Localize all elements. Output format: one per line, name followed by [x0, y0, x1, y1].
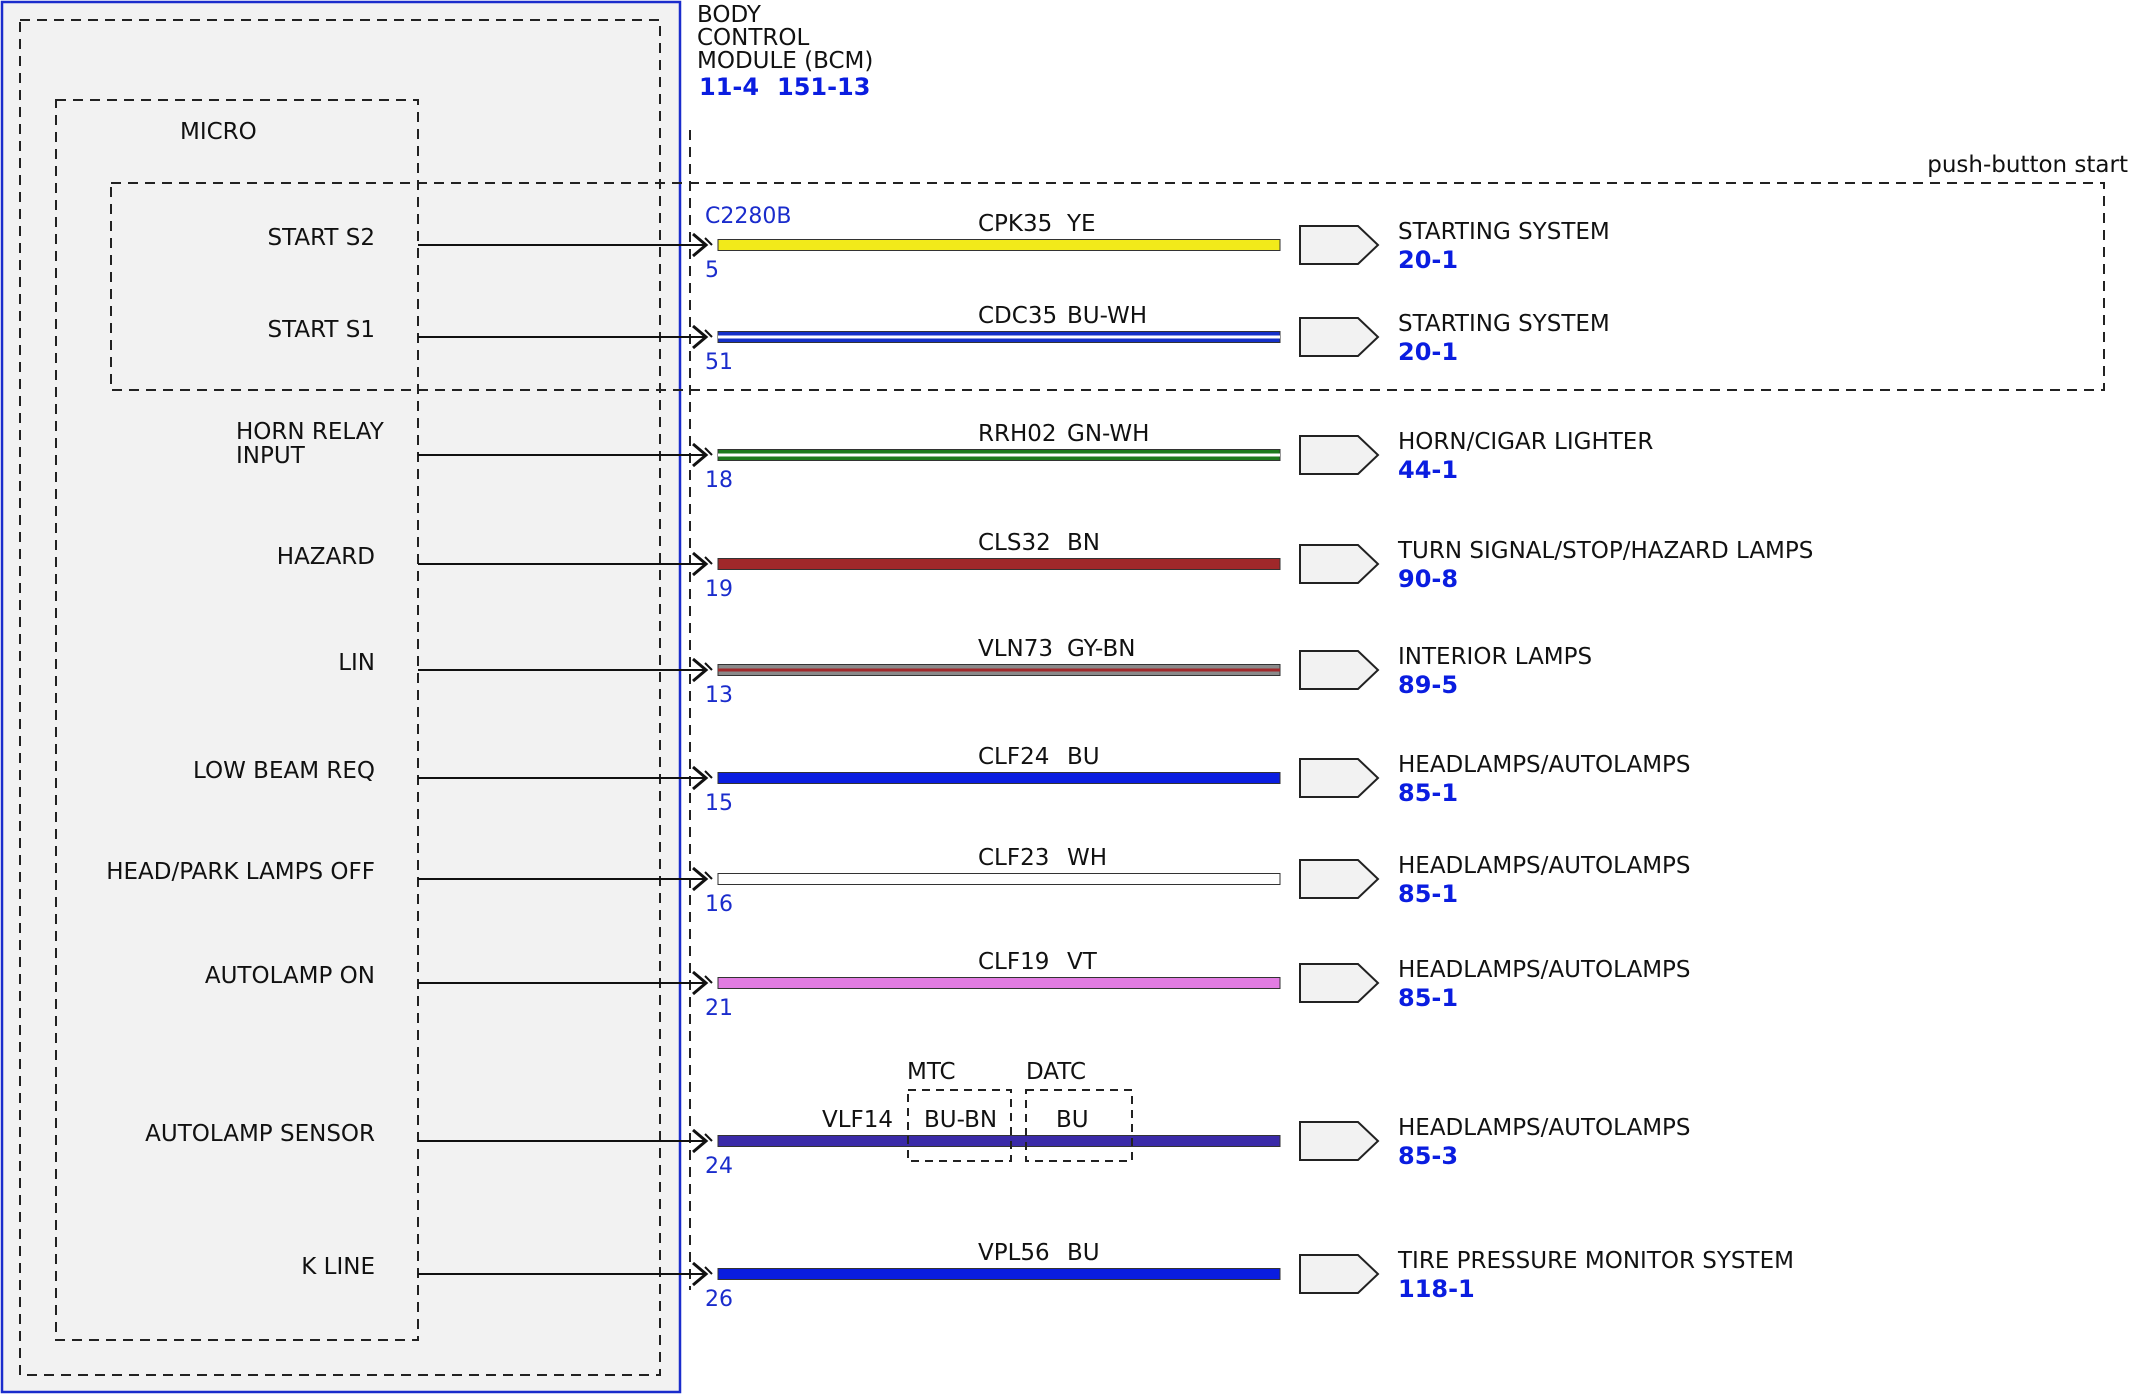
- signal-label: INPUT: [236, 443, 306, 469]
- wire-color-code: BU: [1067, 744, 1100, 770]
- destination-connector-icon: [1299, 650, 1380, 690]
- circuit-id: CDC35: [978, 303, 1057, 329]
- signal-label: AUTOLAMP ON: [205, 963, 375, 989]
- destination-connector-icon: [1299, 544, 1380, 584]
- destination-connector-icon: [1299, 435, 1380, 475]
- wire: [717, 1268, 1281, 1280]
- micro-label: MICRO: [180, 119, 257, 145]
- destination-ref: 44-1: [1398, 456, 1458, 484]
- circuit-id: VPL56: [978, 1240, 1050, 1266]
- variant-color-code: BU-BN: [924, 1107, 997, 1133]
- variant-color-code: BU: [1056, 1107, 1089, 1133]
- destination-connector-icon: [1299, 317, 1380, 357]
- destination-label: TIRE PRESSURE MONITOR SYSTEM: [1397, 1248, 1794, 1274]
- connector-id: C2280B: [705, 204, 791, 229]
- wire-color-code: WH: [1067, 845, 1107, 871]
- signal-label: AUTOLAMP SENSOR: [145, 1121, 375, 1147]
- wire: [717, 772, 1281, 784]
- circuit-id: RRH02: [978, 421, 1057, 447]
- circuit-id: CPK35: [978, 211, 1052, 237]
- destination-label: HEADLAMPS/AUTOLAMPS: [1398, 957, 1691, 983]
- signal-label: HEAD/PARK LAMPS OFF: [106, 859, 375, 885]
- destination-ref: 85-1: [1398, 880, 1458, 908]
- destination-label: HEADLAMPS/AUTOLAMPS: [1398, 1115, 1691, 1141]
- pin-number: 16: [705, 892, 733, 917]
- signal-label: HAZARD: [277, 544, 375, 570]
- destination-ref: 85-1: [1398, 779, 1458, 807]
- pin-number: 5: [705, 258, 719, 283]
- bcm-module-box: [0, 0, 682, 1394]
- circuit-id: CLF24: [978, 744, 1049, 770]
- wire-color-code: BU: [1067, 1240, 1100, 1266]
- pin-number: 21: [705, 996, 733, 1021]
- variant-option-label: MTC: [907, 1059, 956, 1085]
- module-ref-2: 151-13: [777, 73, 870, 101]
- pin-number: 13: [705, 683, 733, 708]
- destination-connector-icon: [1299, 1254, 1380, 1294]
- destination-connector-icon: [1299, 758, 1380, 798]
- wire: [717, 239, 1281, 251]
- destination-connector-icon: [1299, 225, 1380, 265]
- pin-number: 19: [705, 577, 733, 602]
- push-button-start-label: push-button start: [1927, 152, 2128, 178]
- wire-color-code: BU-WH: [1067, 303, 1147, 329]
- destination-connector-icon: [1299, 859, 1380, 899]
- pin-number: 24: [705, 1154, 733, 1179]
- destination-label: HEADLAMPS/AUTOLAMPS: [1398, 853, 1691, 879]
- wire-color-code: GY-BN: [1067, 636, 1135, 662]
- circuit-id: CLS32: [978, 530, 1051, 556]
- wire-stripe: [718, 335, 1280, 339]
- wire: [717, 1135, 1281, 1147]
- wire: [717, 558, 1281, 570]
- destination-connector-icon: [1299, 963, 1380, 1003]
- destination-ref: 85-1: [1398, 984, 1458, 1012]
- destination-label: STARTING SYSTEM: [1398, 311, 1610, 337]
- destination-label: STARTING SYSTEM: [1398, 219, 1610, 245]
- module-title-line-3: MODULE (BCM): [697, 48, 873, 74]
- pin-number: 18: [705, 468, 733, 493]
- signal-label: START S1: [268, 317, 376, 343]
- destination-ref: 89-5: [1398, 671, 1458, 699]
- signal-label: LIN: [338, 650, 375, 676]
- wire-stripe: [718, 668, 1280, 672]
- destination-ref: 20-1: [1398, 246, 1458, 274]
- signal-label: HORN RELAY: [236, 419, 385, 445]
- destination-ref: 20-1: [1398, 338, 1458, 366]
- wire-stripe: [718, 453, 1280, 457]
- destination-label: HEADLAMPS/AUTOLAMPS: [1398, 752, 1691, 778]
- destination-connector-icon: [1299, 1121, 1380, 1161]
- wire-color-code: VT: [1067, 949, 1098, 975]
- signal-label: K LINE: [301, 1254, 375, 1280]
- wire-color-code: GN-WH: [1067, 421, 1149, 447]
- circuit-id: VLN73: [978, 636, 1053, 662]
- pin-number: 51: [705, 350, 733, 375]
- signal-label: START S2: [268, 225, 376, 251]
- destination-label: HORN/CIGAR LIGHTER: [1398, 429, 1653, 455]
- destination-ref: 118-1: [1398, 1275, 1475, 1303]
- destination-label: INTERIOR LAMPS: [1398, 644, 1592, 670]
- wire: [717, 873, 1281, 885]
- wire-color-code: YE: [1066, 211, 1096, 237]
- circuit-id: CLF23: [978, 845, 1049, 871]
- variant-option-label: DATC: [1026, 1059, 1086, 1085]
- module-ref-1: 11-4: [699, 73, 759, 101]
- destination-label: TURN SIGNAL/STOP/HAZARD LAMPS: [1397, 538, 1813, 564]
- circuit-id: CLF19: [978, 949, 1049, 975]
- circuit-id: VLF14: [822, 1107, 893, 1133]
- destination-ref: 85-3: [1398, 1142, 1458, 1170]
- wire: [717, 977, 1281, 989]
- destination-ref: 90-8: [1398, 565, 1458, 593]
- wire-color-code: BN: [1067, 530, 1100, 556]
- signal-label: LOW BEAM REQ: [193, 758, 375, 784]
- pin-number: 26: [705, 1287, 733, 1312]
- pin-number: 15: [705, 791, 733, 816]
- wiring-diagram: push-button start BODY CONTROL MODULE (B…: [0, 0, 2128, 1394]
